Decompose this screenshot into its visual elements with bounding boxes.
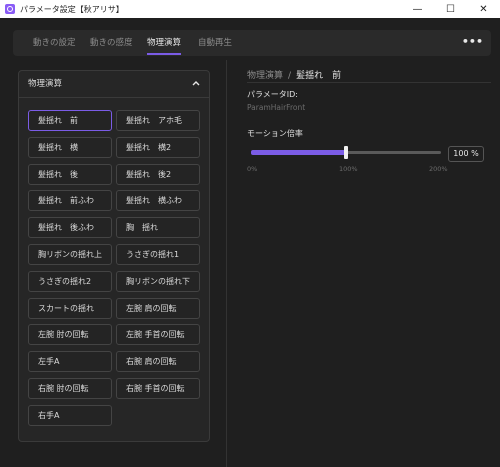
physics-item-button[interactable]: 右手A bbox=[28, 404, 112, 426]
physics-item-button[interactable]: 左手A bbox=[28, 351, 112, 373]
panel-title: 物理演算 bbox=[28, 79, 63, 89]
chevron-up-icon[interactable] bbox=[191, 78, 201, 88]
tab-physics[interactable]: 物理演算 bbox=[147, 30, 182, 56]
physics-item-button[interactable]: 胸 揺れ bbox=[116, 217, 200, 239]
title-bar: パラメータ設定【秋アリサ】 — ☐ ✕ bbox=[0, 0, 500, 18]
physics-item-button[interactable]: 髪揺れ 横 bbox=[28, 136, 112, 158]
tab-autoplay[interactable]: 自動再生 bbox=[198, 30, 232, 56]
motion-multiplier-value[interactable]: 100 % bbox=[448, 146, 484, 162]
detail-divider bbox=[247, 82, 491, 83]
close-button[interactable]: ✕ bbox=[467, 0, 500, 18]
tab-bar: 動きの設定 動きの感度 物理演算 自動再生 ••• bbox=[13, 30, 491, 56]
breadcrumb-parent: 物理演算 bbox=[247, 71, 284, 81]
physics-panel: 物理演算 髪揺れ 前髪揺れ アホ毛 髪揺れ 横髪揺れ 横2 髪揺れ 後髪揺れ 後2 髪… bbox=[18, 70, 210, 442]
physics-item-button[interactable]: 左腕 肩の回転 bbox=[116, 297, 200, 319]
physics-item-button[interactable]: 髪揺れ 後ふわ bbox=[28, 217, 112, 239]
window-title: パラメータ設定【秋アリサ】 bbox=[20, 4, 124, 14]
physics-item-button[interactable]: 髪揺れ 横ふわ bbox=[116, 190, 200, 212]
panel-header[interactable]: 物理演算 bbox=[19, 71, 209, 98]
minimize-button[interactable]: — bbox=[401, 0, 434, 18]
physics-item-button[interactable]: 左腕 肘の回転 bbox=[28, 324, 112, 346]
tick-100: 100% bbox=[339, 165, 358, 173]
physics-item-button[interactable]: 右腕 肩の回転 bbox=[116, 351, 200, 373]
physics-item-button[interactable]: スカートの揺れ bbox=[28, 297, 112, 319]
param-id-label: パラメータID: bbox=[247, 90, 298, 99]
breadcrumb-current: 髪揺れ 前 bbox=[296, 71, 342, 81]
window-controls: — ☐ ✕ bbox=[401, 0, 500, 18]
physics-item-button[interactable]: 髪揺れ アホ毛 bbox=[116, 110, 200, 131]
breadcrumb-separator: / bbox=[288, 71, 292, 81]
maximize-button[interactable]: ☐ bbox=[434, 0, 467, 18]
physics-item-button[interactable]: うさぎの揺れ2 bbox=[28, 270, 112, 292]
physics-item-button[interactable]: 胸リボンの揺れ下 bbox=[116, 270, 200, 292]
physics-item-button[interactable]: 髪揺れ 前 bbox=[28, 110, 112, 131]
breadcrumb: 物理演算 / 髪揺れ 前 bbox=[247, 68, 341, 81]
more-menu-button[interactable]: ••• bbox=[462, 30, 483, 56]
slider-fill bbox=[251, 150, 346, 155]
motion-multiplier-slider[interactable] bbox=[251, 146, 441, 160]
physics-item-button[interactable]: 髪揺れ 横2 bbox=[116, 136, 200, 158]
physics-item-button[interactable]: 左腕 手首の回転 bbox=[116, 324, 200, 346]
physics-item-button[interactable]: 右腕 肘の回転 bbox=[28, 378, 112, 399]
physics-item-button[interactable]: うさぎの揺れ1 bbox=[116, 244, 200, 265]
slider-thumb[interactable] bbox=[344, 146, 348, 159]
panel-divider bbox=[226, 60, 227, 467]
tick-0: 0% bbox=[247, 165, 258, 173]
physics-item-button[interactable]: 髪揺れ 後2 bbox=[116, 163, 200, 185]
param-id-value: ParamHairFront bbox=[247, 103, 306, 112]
physics-item-button[interactable]: 髪揺れ 前ふわ bbox=[28, 190, 112, 212]
motion-multiplier-label: モーション倍率 bbox=[247, 129, 303, 138]
physics-item-button[interactable]: 胸リボンの揺れ上 bbox=[28, 244, 112, 265]
tab-motion-sensitivity[interactable]: 動きの感度 bbox=[90, 30, 133, 56]
physics-item-button[interactable]: 右腕 手首の回転 bbox=[116, 378, 200, 399]
app-icon bbox=[5, 4, 15, 14]
physics-item-button[interactable]: 髪揺れ 後 bbox=[28, 163, 112, 185]
tick-200: 200% bbox=[429, 165, 448, 173]
tab-motion-settings[interactable]: 動きの設定 bbox=[33, 30, 76, 56]
